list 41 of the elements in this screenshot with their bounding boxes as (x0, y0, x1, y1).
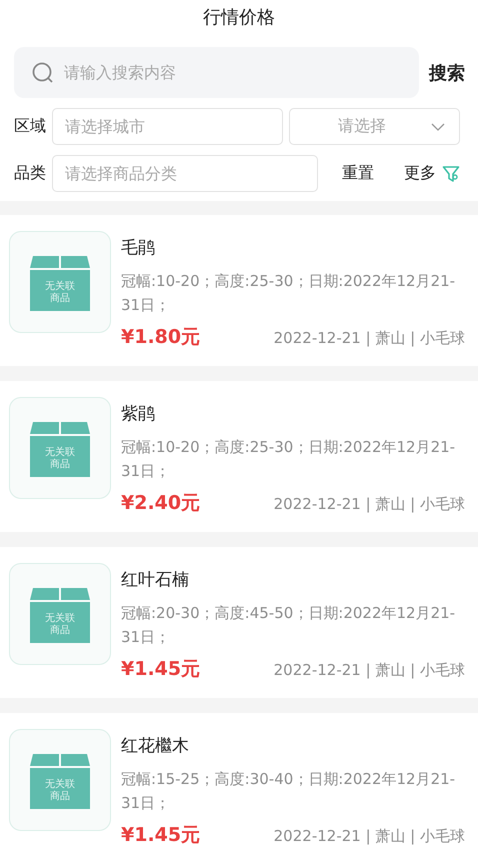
product-name: 红花檵木 (121, 735, 190, 757)
thumbnail-caption: 无关联 商品 (45, 447, 75, 471)
box-icon (30, 253, 90, 311)
product-price: ¥1.80元 (121, 325, 200, 350)
product-card[interactable]: 无关联 商品 紫鹃 冠幅:10-20；高度:25-30；日期:2022年12月21-31日； ¥2.40元 2022-12-21 | 萧山 | 小毛球 (0, 381, 478, 547)
box-icon (30, 751, 90, 809)
product-name: 紫鹃 (121, 403, 156, 425)
category-label: 品类 (14, 163, 46, 184)
product-description: 冠幅:10-20；高度:25-30；日期:2022年12月21-31日； (121, 271, 456, 316)
product-description: 冠幅:15-25；高度:30-40；日期:2022年12月21-31日； (121, 769, 456, 814)
thumbnail-caption: 无关联 商品 (45, 613, 75, 637)
reset-button[interactable]: 重置 (342, 163, 374, 184)
product-description: 冠幅:10-20；高度:25-30；日期:2022年12月21-31日； (121, 437, 456, 482)
search-icon (32, 62, 54, 84)
product-meta: 2022-12-21 | 萧山 | 小毛球 (274, 827, 465, 846)
page-title: 行情价格 (202, 6, 276, 30)
product-card[interactable]: 无关联 商品 红叶石楠 冠幅:20-30；高度:45-50；日期:2022年12月21-31日； ¥1.45元 2022-12-21 | 萧山 | 小毛球 (0, 547, 478, 713)
product-meta: 2022-12-21 | 萧山 | 小毛球 (274, 495, 465, 514)
filter-icon (442, 164, 460, 182)
region-label: 区域 (14, 116, 46, 137)
thumbnail-caption: 无关联 商品 (45, 281, 75, 305)
chevron-down-icon (431, 122, 445, 130)
search-input[interactable]: 请输入搜索内容 (62, 62, 419, 83)
product-card[interactable]: 无关联 商品 毛鹃 冠幅:10-20；高度:25-30；日期:2022年12月21-31日； ¥1.80元 2022-12-21 | 萧山 | 小毛球 (0, 215, 478, 381)
product-price: ¥1.45元 (121, 657, 200, 682)
box-icon (30, 585, 90, 643)
city-field[interactable]: 请选择城市 (52, 108, 283, 145)
thumbnail-caption: 无关联 商品 (45, 779, 75, 803)
product-price: ¥1.45元 (121, 823, 200, 848)
product-meta: 2022-12-21 | 萧山 | 小毛球 (274, 329, 465, 348)
product-card[interactable]: 无关联 商品 红花檵木 冠幅:15-25；高度:30-40；日期:2022年12月21-31日； ¥1.45元 2022-12-21 | 萧山 | 小毛球 (0, 713, 478, 850)
more-button[interactable]: 更多 (404, 163, 460, 184)
product-name: 红叶石楠 (121, 569, 190, 591)
search-bar[interactable]: 请输入搜索内容 (14, 47, 419, 98)
category-field[interactable]: 请选择商品分类 (52, 155, 318, 192)
product-meta: 2022-12-21 | 萧山 | 小毛球 (274, 661, 465, 680)
product-description: 冠幅:20-30；高度:45-50；日期:2022年12月21-31日； (121, 603, 456, 648)
product-name: 毛鹃 (121, 237, 156, 259)
search-button[interactable]: 搜索 (429, 60, 465, 84)
product-price: ¥2.40元 (121, 491, 200, 516)
box-icon (30, 419, 90, 477)
